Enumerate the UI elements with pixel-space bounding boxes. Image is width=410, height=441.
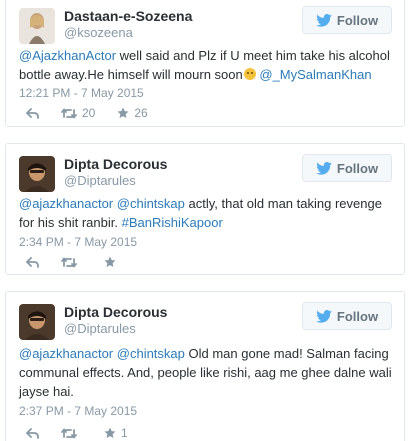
- mention-link[interactable]: @chintskap: [117, 196, 185, 211]
- retweet-count: 20: [82, 106, 96, 120]
- tweet-feed: Dastaan-e-Sozeena @ksozeena Follow @Ajaz…: [0, 0, 410, 441]
- avatar-image: [19, 8, 55, 44]
- follow-label: Follow: [336, 12, 379, 28]
- reply-button[interactable]: [26, 427, 39, 439]
- user-info: Dipta Decorous @Diptarules: [64, 304, 167, 337]
- retweet-button[interactable]: 20: [61, 106, 95, 120]
- tweet-text: @ajazkhanactor @chintskap Old man gone m…: [19, 344, 392, 401]
- avatar[interactable]: [19, 8, 55, 44]
- tweet-actions: 1: [26, 426, 150, 440]
- tweet-text: @AjazkhanActor well said and Plz if U me…: [19, 46, 392, 84]
- follow-button[interactable]: Follow: [302, 154, 392, 182]
- twitter-bird-icon: [316, 309, 332, 323]
- tweet-timestamp[interactable]: 12:21 PM - 7 May 2015: [19, 86, 144, 101]
- user-handle[interactable]: @Diptarules: [64, 321, 167, 337]
- tweet-card: Dipta Decorous @Diptarules Follow @ajazk…: [5, 291, 405, 441]
- retweet-icon: [61, 108, 77, 118]
- favorite-count: 1: [121, 426, 128, 440]
- tweet-timestamp[interactable]: 2:37 PM - 7 May 2015: [19, 404, 137, 419]
- tweet-card: Dipta Decorous @Diptarules Follow @ajazk…: [5, 143, 405, 275]
- follow-button[interactable]: Follow: [302, 302, 392, 330]
- star-icon: [117, 107, 129, 118]
- retweet-icon: [61, 257, 77, 267]
- mention-link[interactable]: @ajazkhanactor: [19, 196, 113, 211]
- twitter-bird-icon: [316, 161, 332, 175]
- star-icon: [104, 427, 116, 438]
- mention-link[interactable]: @ajazkhanactor: [19, 346, 113, 361]
- favorite-button[interactable]: [104, 256, 121, 268]
- favorite-button[interactable]: 1: [104, 426, 128, 440]
- reply-button[interactable]: [26, 107, 39, 119]
- tweet-text: @ajazkhanactor @chintskap actly, that ol…: [19, 194, 392, 232]
- display-name[interactable]: Dastaan-e-Sozeena: [64, 8, 192, 25]
- mention-link[interactable]: @chintskap: [117, 346, 185, 361]
- user-info: Dastaan-e-Sozeena @ksozeena: [64, 8, 192, 41]
- user-handle[interactable]: @Diptarules: [64, 173, 167, 189]
- retweet-button[interactable]: [61, 428, 82, 439]
- favorite-count: 26: [134, 106, 148, 120]
- follow-label: Follow: [336, 160, 379, 176]
- mention-link[interactable]: @AjazkhanActor: [19, 48, 116, 63]
- hashtag-link[interactable]: #BanRishiKapoor: [122, 215, 223, 230]
- tweet-timestamp[interactable]: 2:34 PM - 7 May 2015: [19, 235, 137, 250]
- retweet-icon: [61, 428, 77, 438]
- user-info: Dipta Decorous @Diptarules: [64, 156, 167, 189]
- display-name[interactable]: Dipta Decorous: [64, 156, 167, 173]
- user-handle[interactable]: @ksozeena: [64, 25, 192, 41]
- reply-icon: [26, 256, 39, 268]
- retweet-button[interactable]: [61, 257, 82, 268]
- follow-label: Follow: [336, 308, 379, 324]
- avatar[interactable]: [19, 304, 55, 340]
- tweet-actions: [26, 256, 143, 268]
- tweet-card: Dastaan-e-Sozeena @ksozeena Follow @Ajaz…: [5, 0, 405, 127]
- reply-icon: [26, 427, 39, 439]
- avatar-image: [19, 156, 55, 192]
- reply-icon: [26, 107, 39, 119]
- display-name[interactable]: Dipta Decorous: [64, 304, 167, 321]
- follow-button[interactable]: Follow: [302, 6, 392, 34]
- star-icon: [104, 256, 116, 267]
- avatar-image: [19, 304, 55, 340]
- twitter-bird-icon: [316, 13, 332, 27]
- favorite-button[interactable]: 26: [117, 106, 148, 120]
- reply-button[interactable]: [26, 256, 39, 268]
- mention-link[interactable]: @_MySalmanKhan: [259, 67, 371, 82]
- avatar[interactable]: [19, 156, 55, 192]
- tweet-actions: 20 26: [26, 106, 170, 120]
- worried-face-emoji-icon: [243, 68, 256, 80]
